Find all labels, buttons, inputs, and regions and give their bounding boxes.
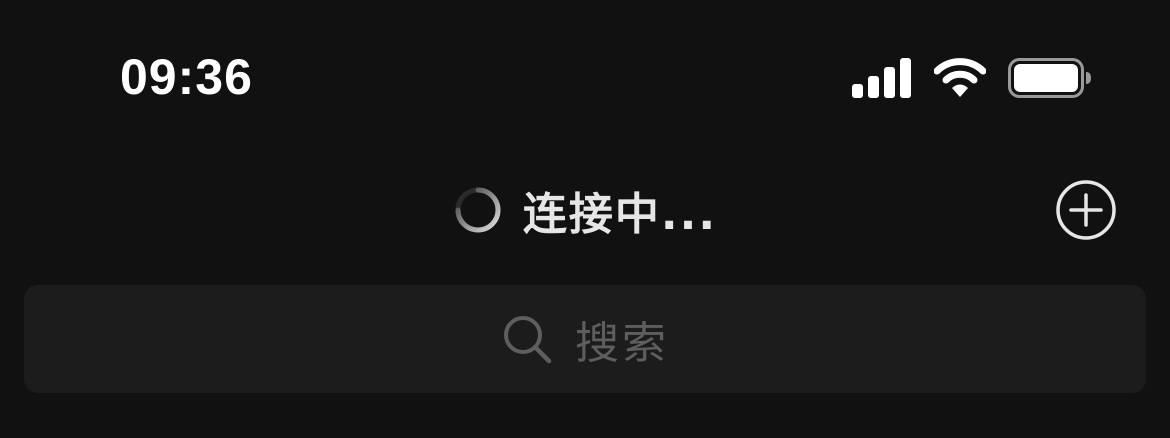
- nav-bar: 连接中...: [0, 160, 1170, 260]
- add-button[interactable]: [1054, 178, 1118, 242]
- wifi-icon: [934, 58, 986, 97]
- status-icons: [852, 56, 1092, 100]
- status-time: 09:36: [120, 49, 253, 105]
- search-input[interactable]: 搜索: [24, 285, 1146, 393]
- app-screen: 09:36 连接中... 搜索: [0, 0, 1170, 438]
- search-icon: [504, 316, 552, 364]
- search-placeholder: 搜索: [575, 318, 669, 369]
- signal-icon: [852, 58, 911, 98]
- nav-title: 连接中...: [522, 189, 718, 240]
- plus-circle-icon: [1056, 180, 1116, 240]
- battery-icon: [1008, 58, 1091, 98]
- nav-title-group: 连接中...: [0, 160, 1170, 260]
- spinner-icon: [455, 187, 501, 233]
- status-bar: 09:36: [0, 0, 1170, 150]
